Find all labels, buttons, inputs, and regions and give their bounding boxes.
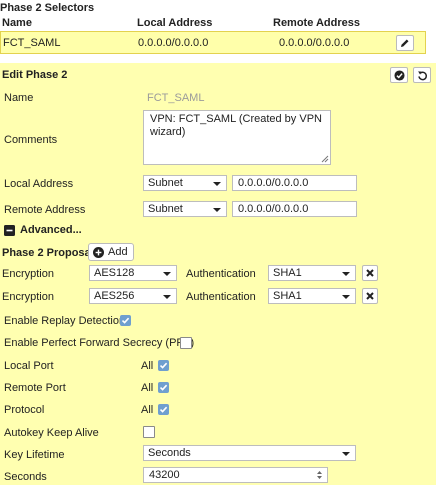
encryption-select[interactable]: AES256 bbox=[89, 288, 177, 304]
undo-button[interactable] bbox=[413, 67, 431, 83]
add-proposal-label: Add bbox=[108, 246, 128, 258]
chevron-down-icon bbox=[342, 452, 350, 456]
selector-row[interactable]: FCT_SAML 0.0.0.0/0.0.0.0 0.0.0.0/0.0.0.0 bbox=[0, 31, 426, 54]
column-header-local-address[interactable]: Local Address bbox=[137, 17, 212, 29]
authentication-select[interactable]: SHA1 bbox=[268, 265, 356, 281]
column-header-name[interactable]: Name bbox=[2, 17, 32, 29]
replay-detection-checkbox[interactable] bbox=[120, 315, 131, 326]
chevron-down-icon bbox=[213, 182, 221, 186]
protocol-value: All bbox=[141, 404, 154, 416]
chevron-down-icon bbox=[342, 295, 350, 299]
spinner-icon[interactable] bbox=[316, 470, 323, 480]
advanced-label: Advanced... bbox=[20, 224, 82, 236]
authentication-select[interactable]: SHA1 bbox=[268, 288, 356, 304]
authentication-label: Authentication bbox=[186, 268, 256, 280]
authentication-select-value: SHA1 bbox=[273, 290, 302, 302]
save-button[interactable] bbox=[390, 67, 408, 83]
encryption-select-value: AES256 bbox=[94, 290, 135, 302]
encryption-label: Encryption bbox=[2, 291, 54, 303]
remote-address-type-select[interactable]: Subnet bbox=[143, 201, 227, 217]
comments-text: VPN: FCT_SAML (Created by VPN wizard) bbox=[150, 113, 322, 138]
undo-icon bbox=[417, 70, 427, 80]
seconds-input-value: 43200 bbox=[149, 469, 180, 481]
selector-row-name: FCT_SAML bbox=[3, 37, 61, 49]
proposal-title: Phase 2 Proposal bbox=[2, 247, 94, 259]
authentication-label: Authentication bbox=[186, 291, 256, 303]
local-address-type-select[interactable]: Subnet bbox=[143, 175, 227, 191]
plus-circle-icon bbox=[93, 246, 104, 258]
selectors-title: Phase 2 Selectors bbox=[0, 2, 95, 14]
key-lifetime-label: Key Lifetime bbox=[4, 449, 65, 461]
column-header-remote-address[interactable]: Remote Address bbox=[273, 17, 360, 29]
comments-label: Comments bbox=[4, 134, 58, 146]
key-lifetime-select-value: Seconds bbox=[148, 447, 191, 459]
name-label: Name bbox=[4, 92, 34, 104]
remote-port-value: All bbox=[141, 382, 154, 394]
authentication-select-value: SHA1 bbox=[273, 267, 302, 279]
remote-address-label: Remote Address bbox=[4, 204, 86, 216]
remote-port-label: Remote Port bbox=[4, 382, 66, 394]
resize-handle-icon[interactable] bbox=[320, 154, 329, 163]
pfs-label: Enable Perfect Forward Secrecy (PFS) bbox=[4, 337, 195, 349]
selector-row-remote: 0.0.0.0/0.0.0.0 bbox=[279, 37, 350, 49]
close-icon bbox=[366, 269, 374, 277]
checkmark-icon bbox=[121, 317, 130, 324]
check-circle-icon bbox=[393, 69, 405, 81]
encryption-select-value: AES128 bbox=[94, 267, 135, 279]
replay-detection-label: Enable Replay Detection bbox=[4, 315, 126, 327]
local-port-all-checkbox[interactable] bbox=[158, 360, 169, 371]
pencil-icon bbox=[401, 39, 409, 47]
checkmark-icon bbox=[159, 362, 168, 369]
protocol-all-checkbox[interactable] bbox=[158, 404, 169, 415]
remote-port-all-checkbox[interactable] bbox=[158, 382, 169, 393]
local-port-label: Local Port bbox=[4, 360, 54, 372]
checkmark-icon bbox=[159, 406, 168, 413]
seconds-label: Seconds bbox=[4, 471, 47, 483]
autokey-keep-alive-checkbox[interactable] bbox=[143, 426, 155, 438]
chevron-down-icon bbox=[342, 272, 350, 276]
remote-address-input-value: 0.0.0.0/0.0.0.0 bbox=[238, 203, 309, 215]
encryption-select[interactable]: AES128 bbox=[89, 265, 177, 281]
local-port-value: All bbox=[141, 360, 154, 372]
key-lifetime-select[interactable]: Seconds bbox=[143, 445, 356, 461]
encryption-label: Encryption bbox=[2, 268, 54, 280]
remote-address-type-value: Subnet bbox=[148, 203, 183, 215]
pfs-checkbox[interactable] bbox=[180, 337, 192, 349]
protocol-label: Protocol bbox=[4, 404, 45, 416]
name-value: FCT_SAML bbox=[147, 92, 205, 104]
close-icon bbox=[366, 292, 374, 300]
edit-button[interactable] bbox=[396, 35, 414, 51]
remote-address-input[interactable]: 0.0.0.0/0.0.0.0 bbox=[232, 201, 357, 217]
remove-proposal-button[interactable] bbox=[362, 288, 378, 304]
chevron-down-icon bbox=[163, 295, 171, 299]
chevron-down-icon bbox=[213, 208, 221, 212]
local-address-input[interactable]: 0.0.0.0/0.0.0.0 bbox=[232, 175, 357, 191]
autokey-keep-alive-label: Autokey Keep Alive bbox=[4, 427, 99, 439]
local-address-input-value: 0.0.0.0/0.0.0.0 bbox=[238, 177, 309, 189]
edit-title: Edit Phase 2 bbox=[2, 69, 68, 81]
remove-proposal-button[interactable] bbox=[362, 265, 378, 281]
collapse-icon bbox=[4, 224, 15, 236]
selector-row-local: 0.0.0.0/0.0.0.0 bbox=[138, 37, 209, 49]
chevron-down-icon bbox=[163, 272, 171, 276]
local-address-label: Local Address bbox=[4, 178, 74, 190]
seconds-input[interactable]: 43200 bbox=[143, 467, 328, 483]
comments-textarea[interactable]: VPN: FCT_SAML (Created by VPN wizard) bbox=[143, 110, 331, 165]
checkmark-icon bbox=[159, 384, 168, 391]
advanced-toggle[interactable]: Advanced... bbox=[4, 224, 82, 236]
add-proposal-button[interactable]: Add bbox=[88, 243, 134, 261]
local-address-type-value: Subnet bbox=[148, 177, 183, 189]
